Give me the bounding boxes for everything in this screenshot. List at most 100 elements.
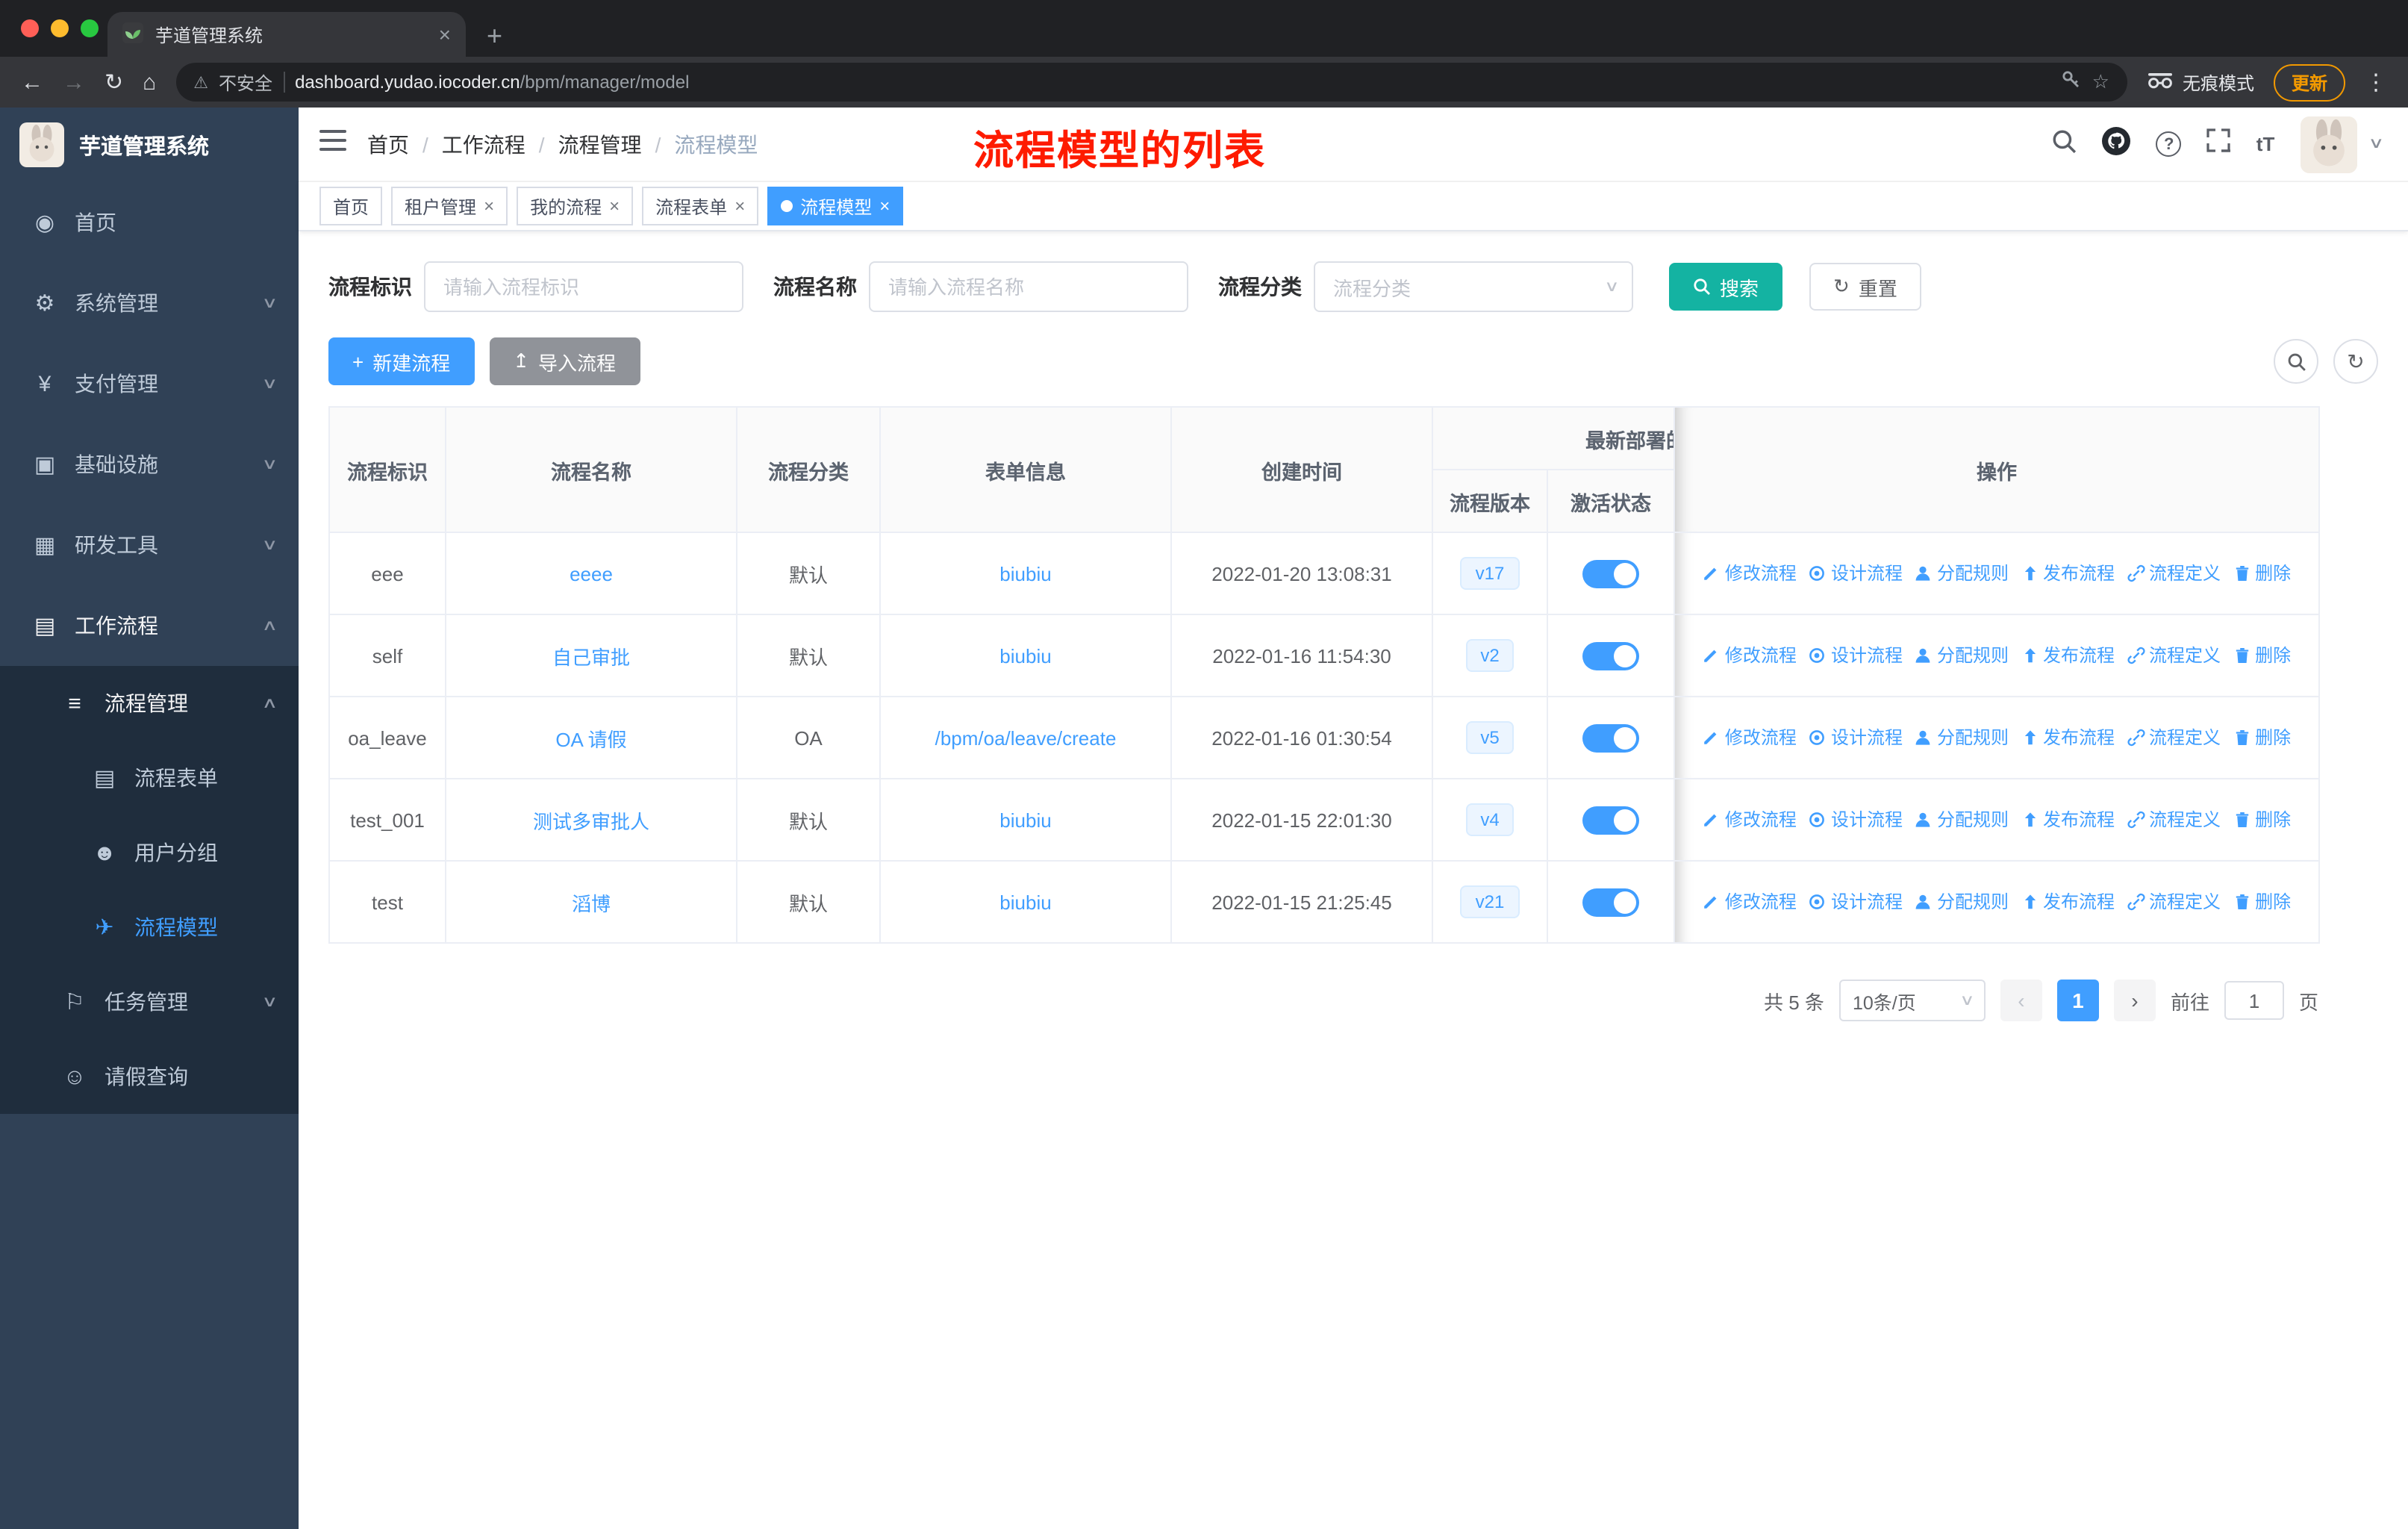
sidebar-item-devtools[interactable]: ▦ 研发工具 ∨ <box>0 505 299 585</box>
sidebar-item-task-management[interactable]: ⚐ 任务管理 ∨ <box>0 965 299 1039</box>
action-definition-link[interactable]: 流程定义 <box>2127 889 2221 915</box>
active-toggle[interactable] <box>1582 641 1639 670</box>
update-chrome-button[interactable]: 更新 <box>2273 63 2345 101</box>
font-size-icon[interactable]: tT <box>2256 133 2275 155</box>
action-definition-link[interactable]: 流程定义 <box>2127 561 2221 586</box>
action-publish-link[interactable]: 发布流程 <box>2021 807 2115 832</box>
page-size-select[interactable]: 10条/页 ∨ <box>1838 980 1986 1021</box>
help-icon[interactable]: ? <box>2156 131 2182 157</box>
sidebar-item-user-group[interactable]: ☻ 用户分组 <box>0 815 299 890</box>
form-info-link[interactable]: biubiu <box>999 809 1051 831</box>
security-warning-label[interactable]: 不安全 <box>219 69 272 95</box>
action-delete-link[interactable]: 删除 <box>2233 725 2291 750</box>
close-icon[interactable]: × <box>879 196 890 217</box>
action-delete-link[interactable]: 删除 <box>2233 561 2291 586</box>
close-icon[interactable]: × <box>484 196 494 217</box>
process-name-link[interactable]: 滔博 <box>572 892 611 915</box>
refresh-table-button[interactable]: ↻ <box>2333 339 2378 384</box>
zoom-window-button[interactable] <box>81 19 99 37</box>
new-tab-button[interactable]: + <box>487 22 502 49</box>
process-name-link[interactable]: 测试多审批人 <box>533 810 649 832</box>
active-toggle[interactable] <box>1582 559 1639 588</box>
form-info-link[interactable]: biubiu <box>999 562 1051 585</box>
page-1-button[interactable]: 1 <box>2056 980 2099 1021</box>
action-publish-link[interactable]: 发布流程 <box>2021 643 2115 668</box>
form-info-link[interactable]: biubiu <box>999 644 1051 667</box>
search-icon[interactable] <box>2052 128 2077 161</box>
action-assign-link[interactable]: 分配规则 <box>1915 561 2009 586</box>
github-icon[interactable] <box>2102 126 2131 162</box>
action-publish-link[interactable]: 发布流程 <box>2021 889 2115 915</box>
bookmark-star-icon[interactable]: ☆ <box>2092 70 2109 94</box>
breadcrumb-workflow[interactable]: 工作流程 <box>442 129 525 159</box>
search-button[interactable]: 搜索 <box>1669 263 1783 311</box>
toggle-search-button[interactable] <box>2274 339 2318 384</box>
avatar-caret-icon[interactable]: ∨ <box>2368 136 2384 152</box>
action-definition-link[interactable]: 流程定义 <box>2127 725 2221 750</box>
browser-menu-icon[interactable]: ⋮ <box>2365 69 2387 96</box>
action-edit-link[interactable]: 修改流程 <box>1703 807 1797 832</box>
action-assign-link[interactable]: 分配规则 <box>1915 807 2009 832</box>
sidebar-item-process-form[interactable]: ▤ 流程表单 <box>0 741 299 815</box>
create-process-button[interactable]: + 新建流程 <box>328 337 475 385</box>
minimize-window-button[interactable] <box>51 19 69 37</box>
import-process-button[interactable]: ↥ 导入流程 <box>489 337 640 385</box>
action-assign-link[interactable]: 分配规则 <box>1915 725 2009 750</box>
tab-close-icon[interactable]: × <box>439 22 451 46</box>
action-design-link[interactable]: 设计流程 <box>1809 807 1903 832</box>
action-publish-link[interactable]: 发布流程 <box>2021 725 2115 750</box>
breadcrumb-process-management[interactable]: 流程管理 <box>558 129 642 159</box>
action-design-link[interactable]: 设计流程 <box>1809 889 1903 915</box>
process-name-link[interactable]: eeee <box>570 562 613 585</box>
active-toggle[interactable] <box>1582 888 1639 916</box>
prev-page-button[interactable]: ‹ <box>2000 980 2042 1021</box>
close-icon[interactable]: × <box>609 196 620 217</box>
action-assign-link[interactable]: 分配规则 <box>1915 889 2009 915</box>
tag-process-form[interactable]: 流程表单 × <box>642 187 759 225</box>
action-delete-link[interactable]: 删除 <box>2233 643 2291 668</box>
category-select[interactable]: 流程分类 ∨ <box>1314 261 1633 312</box>
action-design-link[interactable]: 设计流程 <box>1809 643 1903 668</box>
tag-home[interactable]: 首页 <box>319 187 383 225</box>
process-name-link[interactable]: OA 请假 <box>555 728 626 750</box>
back-icon[interactable]: ← <box>21 71 43 93</box>
action-publish-link[interactable]: 发布流程 <box>2021 561 2115 586</box>
close-window-button[interactable] <box>21 19 39 37</box>
process-name-link[interactable]: 自己审批 <box>552 646 630 668</box>
form-info-link[interactable]: biubiu <box>999 891 1051 913</box>
action-edit-link[interactable]: 修改流程 <box>1703 561 1797 586</box>
active-toggle[interactable] <box>1582 806 1639 834</box>
process-name-input[interactable] <box>869 261 1188 312</box>
tag-my-process[interactable]: 我的流程 × <box>517 187 634 225</box>
avatar[interactable] <box>2300 116 2357 172</box>
breadcrumb-home[interactable]: 首页 <box>367 129 409 159</box>
action-design-link[interactable]: 设计流程 <box>1809 725 1903 750</box>
reset-button[interactable]: ↻ 重置 <box>1809 263 1921 311</box>
goto-page-input[interactable] <box>2224 981 2284 1020</box>
action-definition-link[interactable]: 流程定义 <box>2127 643 2221 668</box>
browser-tab[interactable]: 芋道管理系统 × <box>107 12 466 57</box>
sidebar-item-payment[interactable]: ¥ 支付管理 ∨ <box>0 343 299 424</box>
url-bar[interactable]: ⚠ 不安全 dashboard.yudao.iocoder.cn/bpm/man… <box>175 63 2127 102</box>
hamburger-icon[interactable] <box>319 130 346 158</box>
action-definition-link[interactable]: 流程定义 <box>2127 807 2221 832</box>
tag-process-model[interactable]: 流程模型 × <box>767 187 904 225</box>
sidebar-item-system[interactable]: ⚙ 系统管理 ∨ <box>0 263 299 343</box>
sidebar-item-process-model[interactable]: ✈ 流程模型 <box>0 890 299 965</box>
active-toggle[interactable] <box>1582 723 1639 752</box>
home-icon[interactable]: ⌂ <box>143 71 156 93</box>
action-edit-link[interactable]: 修改流程 <box>1703 889 1797 915</box>
forward-icon[interactable]: → <box>63 71 85 93</box>
reload-icon[interactable]: ↻ <box>105 71 123 93</box>
sidebar-item-home[interactable]: ◉ 首页 <box>0 182 299 263</box>
key-icon[interactable] <box>2062 70 2082 94</box>
action-edit-link[interactable]: 修改流程 <box>1703 725 1797 750</box>
tag-tenant[interactable]: 租户管理 × <box>391 187 508 225</box>
sidebar-item-workflow[interactable]: ▤ 工作流程 ∧ <box>0 585 299 666</box>
sidebar-item-leave-query[interactable]: ☺ 请假查询 <box>0 1039 299 1114</box>
form-info-link[interactable]: /bpm/oa/leave/create <box>935 726 1117 749</box>
sidebar-item-infrastructure[interactable]: ▣ 基础设施 ∨ <box>0 424 299 505</box>
sidebar-item-process-management[interactable]: ≡ 流程管理 ∧ <box>0 666 299 741</box>
action-delete-link[interactable]: 删除 <box>2233 889 2291 915</box>
process-id-input[interactable] <box>424 261 743 312</box>
